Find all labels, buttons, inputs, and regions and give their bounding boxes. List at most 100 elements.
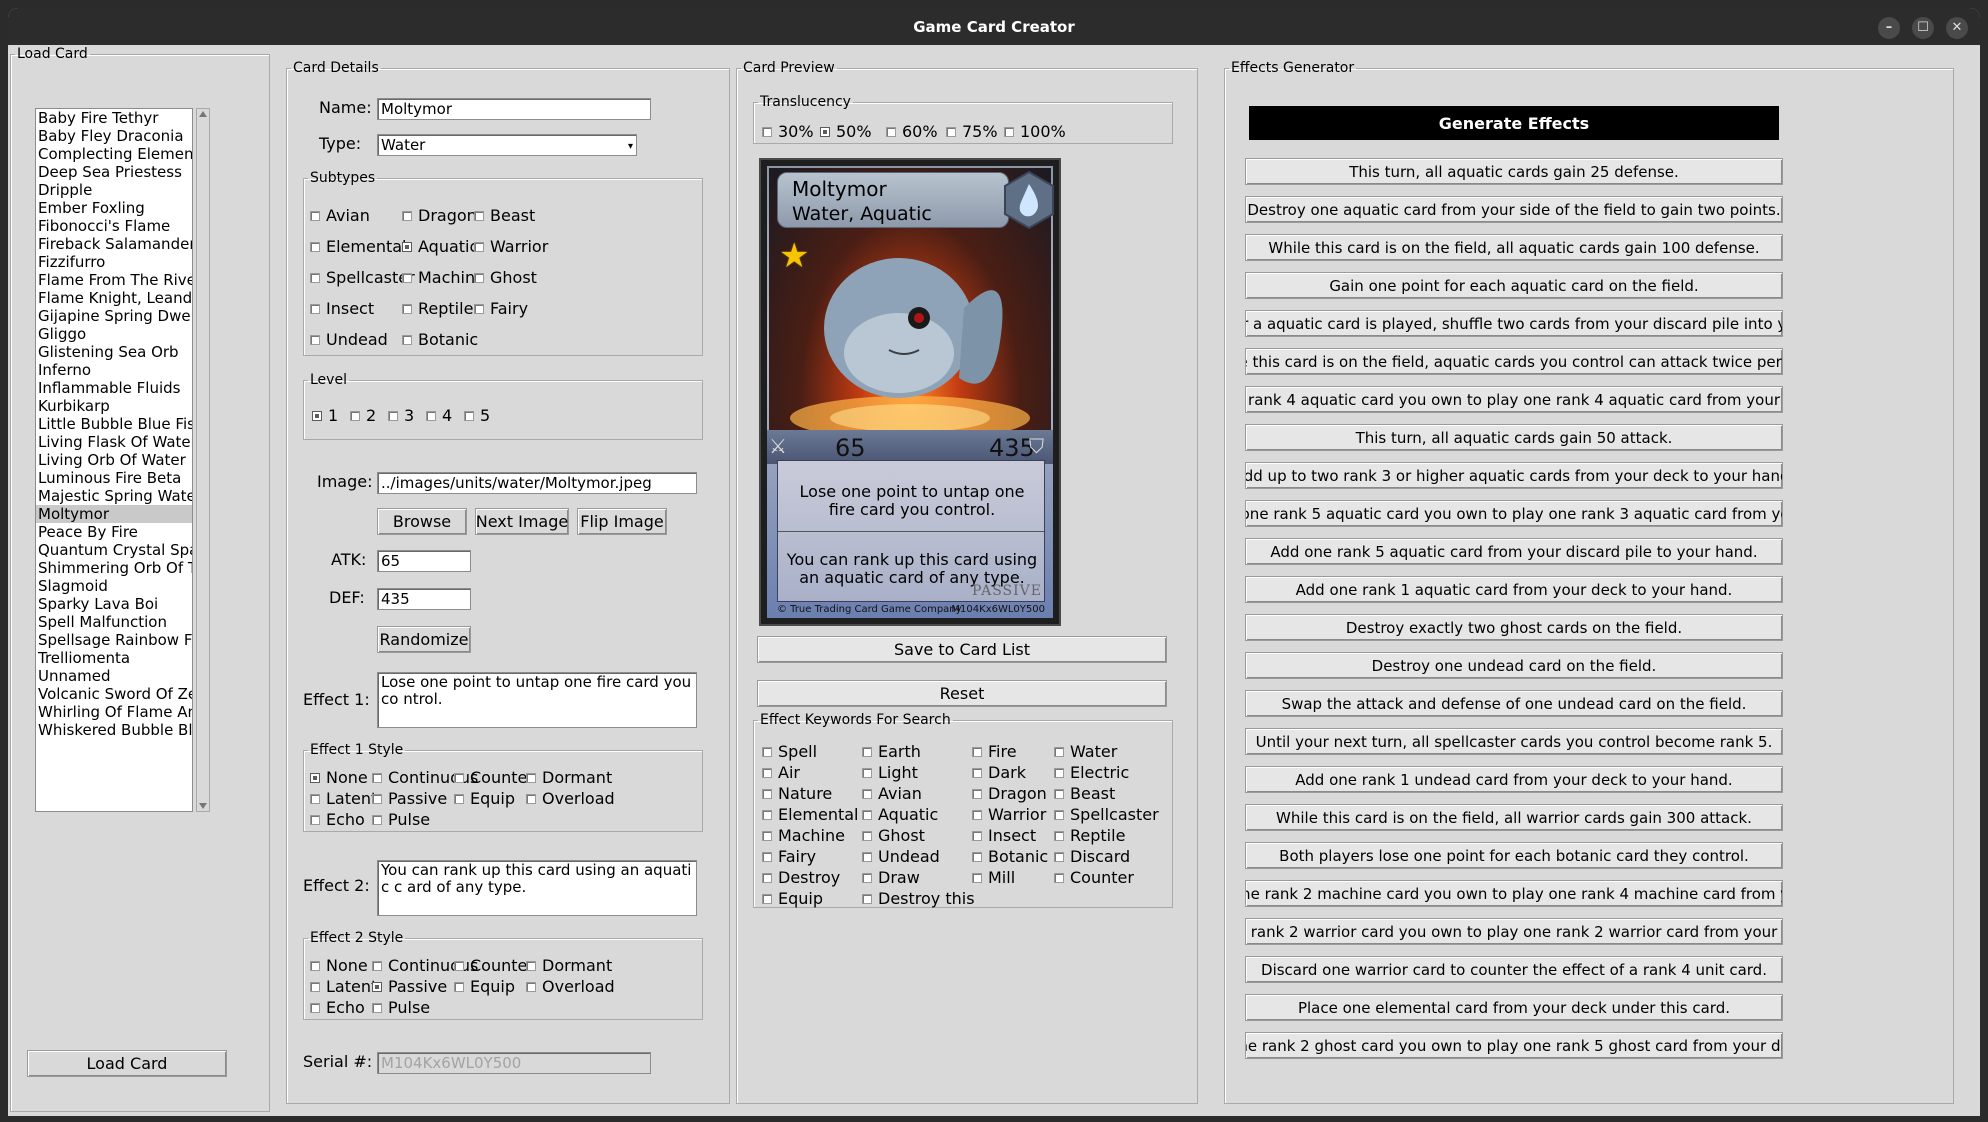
checkbox-icon[interactable] — [1054, 767, 1064, 778]
checkbox-icon[interactable] — [972, 767, 982, 778]
keyword-dragon[interactable]: Dragon — [972, 784, 1047, 803]
list-item[interactable]: Dripple — [36, 181, 192, 199]
checkbox-icon[interactable] — [402, 272, 412, 283]
maximize-icon[interactable]: ☐ — [1912, 17, 1934, 39]
checkbox-icon[interactable] — [762, 746, 772, 757]
list-item[interactable]: Quantum Crystal Spark — [36, 541, 192, 559]
list-item[interactable]: Glistening Sea Orb — [36, 343, 192, 361]
keyword-reptile[interactable]: Reptile — [1054, 826, 1125, 845]
checkbox-icon[interactable] — [388, 410, 398, 421]
list-item[interactable]: Gijapine Spring Dweller — [36, 307, 192, 325]
subtype-beast[interactable]: Beast — [474, 206, 535, 225]
subtype-elemental[interactable]: Elemental — [310, 237, 407, 256]
checkbox-icon[interactable] — [310, 334, 320, 345]
checkbox-icon[interactable] — [886, 126, 896, 137]
effect-option-button[interactable]: Add one rank 1 undead card from your dec… — [1245, 766, 1783, 793]
checkbox-icon[interactable] — [862, 851, 872, 862]
scroll-down-icon[interactable] — [199, 803, 207, 809]
subtype-insect[interactable]: Insect — [310, 299, 374, 318]
checkbox-icon[interactable] — [862, 746, 872, 757]
checkbox-icon[interactable] — [474, 210, 484, 221]
checkbox-icon[interactable] — [1054, 830, 1064, 841]
checkbox-icon[interactable] — [310, 793, 320, 804]
list-item[interactable]: Spellsage Rainbow Fish — [36, 631, 192, 649]
list-item[interactable]: Flame Knight, Leander — [36, 289, 192, 307]
keyword-botanic[interactable]: Botanic — [972, 847, 1048, 866]
list-item[interactable]: Slagmoid — [36, 577, 192, 595]
list-item[interactable]: Spell Malfunction — [36, 613, 192, 631]
reset-button[interactable]: Reset — [757, 680, 1167, 707]
list-item[interactable]: Whiskered Bubble Blue Fish — [36, 721, 192, 739]
checkbox-icon[interactable] — [372, 814, 382, 825]
checkbox-icon[interactable] — [762, 126, 772, 137]
subtype-undead[interactable]: Undead — [310, 330, 388, 349]
list-item[interactable]: Majestic Spring Water — [36, 487, 192, 505]
keyword-destroy[interactable]: Destroy — [762, 868, 840, 887]
checkbox-icon[interactable] — [862, 788, 872, 799]
checkbox-icon[interactable] — [862, 767, 872, 778]
keyword-beast[interactable]: Beast — [1054, 784, 1115, 803]
checkbox-icon[interactable] — [454, 772, 464, 783]
checkbox-icon[interactable] — [1054, 851, 1064, 862]
keyword-insect[interactable]: Insect — [972, 826, 1036, 845]
keyword-warrior[interactable]: Warrior — [972, 805, 1046, 824]
translucency-60[interactable]: 60% — [886, 122, 938, 141]
effect1-style-latent[interactable]: Latent — [310, 789, 377, 808]
checkbox-icon[interactable] — [972, 746, 982, 757]
subtype-botanic[interactable]: Botanic — [402, 330, 478, 349]
checkbox-icon[interactable] — [762, 872, 772, 883]
effect-option-button[interactable]: Place one elemental card from your deck … — [1245, 994, 1783, 1021]
keyword-light[interactable]: Light — [862, 763, 918, 782]
effect-option-button[interactable]: Destroy one rank 2 warrior card you own … — [1245, 918, 1783, 945]
checkbox-icon[interactable] — [454, 793, 464, 804]
effect1-style-overload[interactable]: Overload — [526, 789, 615, 808]
list-item[interactable]: Gliggo — [36, 325, 192, 343]
subtype-ghost[interactable]: Ghost — [474, 268, 537, 287]
effect-option-button[interactable]: Until your next turn, all spellcaster ca… — [1245, 728, 1783, 755]
generate-effects-button[interactable]: Generate Effects — [1249, 106, 1779, 140]
checkbox-icon[interactable] — [372, 1002, 382, 1013]
effect1-style-equip[interactable]: Equip — [454, 789, 515, 808]
level-3[interactable]: 3 — [388, 406, 414, 425]
load-card-button[interactable]: Load Card — [27, 1050, 227, 1077]
atk-input[interactable]: 65 — [377, 550, 471, 572]
keyword-ghost[interactable]: Ghost — [862, 826, 925, 845]
checkbox-icon[interactable] — [526, 772, 536, 783]
effect-option-button[interactable]: Both players lose one point for each bot… — [1245, 842, 1783, 869]
effect-option-button[interactable]: While this card is on the field, all war… — [1245, 804, 1783, 831]
name-input[interactable]: Moltymor — [377, 98, 651, 120]
list-item[interactable]: Living Flask Of Water — [36, 433, 192, 451]
checkbox-icon[interactable] — [310, 303, 320, 314]
close-icon[interactable]: ✕ — [1946, 17, 1968, 39]
translucency-75[interactable]: 75% — [946, 122, 998, 141]
list-item[interactable]: Baby Fire Tethyr — [36, 109, 192, 127]
keyword-nature[interactable]: Nature — [762, 784, 832, 803]
effect2-style-echo[interactable]: Echo — [310, 998, 365, 1017]
checkbox-icon[interactable] — [474, 272, 484, 283]
list-item[interactable]: Luminous Fire Beta — [36, 469, 192, 487]
effect-option-button[interactable]: Whenever a aquatic card is played, shuff… — [1245, 310, 1783, 337]
list-item[interactable]: Fizzifurro — [36, 253, 192, 271]
checkbox-icon[interactable] — [310, 241, 320, 252]
list-item[interactable]: Whirling Of Flame And Fluic — [36, 703, 192, 721]
checkbox-icon[interactable] — [762, 767, 772, 778]
subtype-spellcaster[interactable]: Spellcaster — [310, 268, 415, 287]
list-item[interactable]: Trelliomenta — [36, 649, 192, 667]
checkbox-icon[interactable] — [1054, 872, 1064, 883]
list-item[interactable]: Shimmering Orb Of The Rive — [36, 559, 192, 577]
effect2-style-counter[interactable]: Counter — [454, 956, 534, 975]
list-item[interactable]: Baby Fley Draconia — [36, 127, 192, 145]
keyword-counter[interactable]: Counter — [1054, 868, 1134, 887]
effect-option-button[interactable]: Destroy one aquatic card from your side … — [1245, 196, 1783, 223]
keyword-aquatic[interactable]: Aquatic — [862, 805, 938, 824]
keyword-spellcaster[interactable]: Spellcaster — [1054, 805, 1159, 824]
keyword-dark[interactable]: Dark — [972, 763, 1026, 782]
effect-option-button[interactable]: Swap the attack and defense of one undea… — [1245, 690, 1783, 717]
checkbox-icon[interactable] — [762, 893, 772, 904]
checkbox-icon[interactable] — [312, 410, 322, 421]
checkbox-icon[interactable] — [402, 334, 412, 345]
keyword-avian[interactable]: Avian — [862, 784, 922, 803]
keyword-fire[interactable]: Fire — [972, 742, 1017, 761]
checkbox-icon[interactable] — [474, 241, 484, 252]
effect2-style-dormant[interactable]: Dormant — [526, 956, 612, 975]
